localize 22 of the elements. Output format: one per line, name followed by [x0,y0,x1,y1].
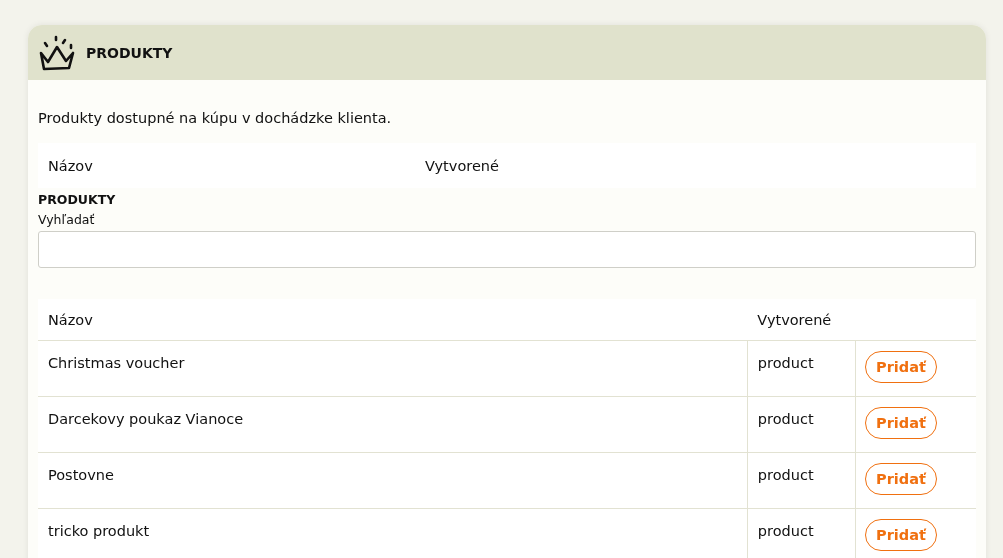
table-cell: tricko produkt [38,508,748,558]
table-cell: product [747,396,856,453]
table-cell: product [747,340,856,397]
table-cell: Postovne [38,452,748,509]
description-text: Produkty dostupné na kúpu v dochádzke klienta. [38,110,393,126]
table-cell: Christmas voucher [38,340,748,397]
crown-icon [38,34,76,71]
add-button[interactable]: Pridať [865,351,937,383]
field-label: Vyhľadať [38,212,96,227]
column-header: Vytvorené [425,157,500,174]
add-button[interactable]: Pridať [865,463,937,495]
panel-title: PRODUKTY [86,44,173,61]
search-field[interactable] [38,231,976,268]
add-button[interactable]: Pridať [865,519,937,551]
table-cell: product [747,452,856,509]
table-cell: Darcekovy poukaz Vianoce [38,396,748,453]
add-button[interactable]: Pridať [865,407,937,439]
column-header: Názov [38,299,748,341]
section-title: PRODUKTY [38,192,117,207]
column-header: Názov [48,157,94,174]
column-header: Vytvorené [747,299,976,341]
table-cell: product [747,508,856,558]
